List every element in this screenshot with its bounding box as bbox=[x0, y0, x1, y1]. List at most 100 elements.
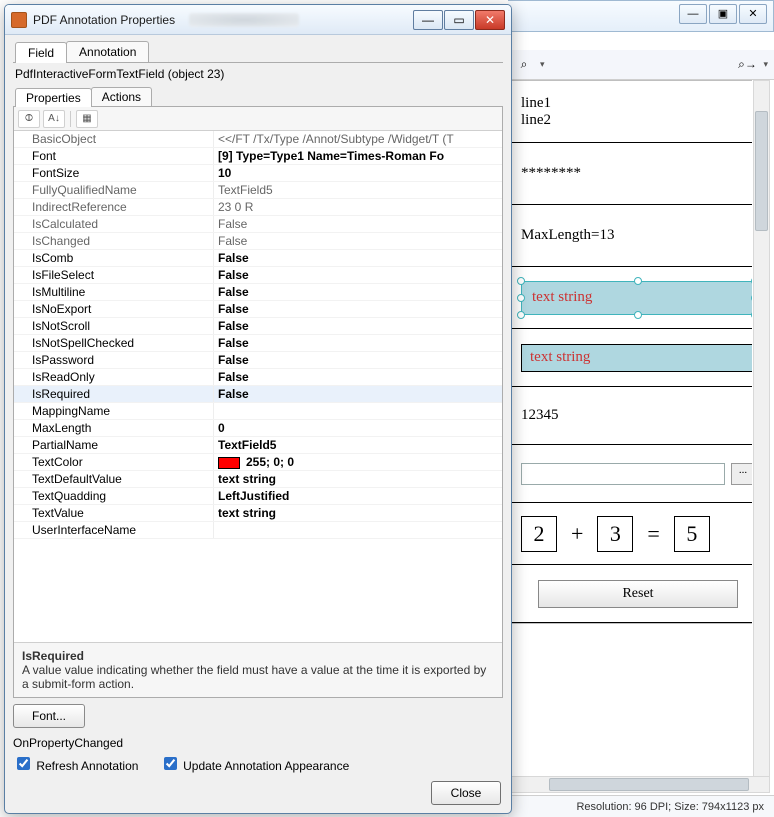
property-value[interactable] bbox=[214, 403, 502, 419]
bg-maximize-button[interactable]: ▣ bbox=[709, 4, 737, 24]
font-button[interactable]: Font... bbox=[13, 704, 85, 728]
resize-handle-icon[interactable] bbox=[517, 294, 525, 302]
property-row[interactable]: IndirectReference23 0 R bbox=[14, 199, 502, 216]
update-checkbox-label[interactable]: Update Annotation Appearance bbox=[160, 759, 349, 773]
dialog-titlebar[interactable]: PDF Annotation Properties — ▭ ✕ bbox=[5, 5, 511, 35]
property-row[interactable]: TextValuetext string bbox=[14, 505, 502, 522]
property-value[interactable]: False bbox=[214, 352, 502, 368]
dropdown-arrow-icon[interactable]: ▾ bbox=[763, 59, 768, 70]
propgrid-rows[interactable]: BasicObject<</FT /Tx/Type /Annot/Subtype… bbox=[14, 131, 502, 642]
property-value[interactable]: False bbox=[214, 233, 502, 249]
property-value[interactable]: False bbox=[214, 335, 502, 351]
calc-operand-a[interactable]: 2 bbox=[521, 516, 557, 552]
pdf-field-selected[interactable]: text string bbox=[521, 281, 752, 315]
property-value[interactable]: 255; 0; 0 bbox=[214, 454, 502, 470]
window-close-button[interactable]: ✕ bbox=[475, 10, 505, 30]
alphabetical-icon[interactable]: A↓ bbox=[43, 110, 65, 128]
property-row[interactable]: IsChangedFalse bbox=[14, 233, 502, 250]
pdf-viewport[interactable]: line1 line2 ******** MaxLength=13 text s… bbox=[508, 80, 752, 777]
property-key: UserInterfaceName bbox=[14, 522, 214, 538]
pdf-text-input[interactable] bbox=[521, 463, 725, 485]
tab-actions[interactable]: Actions bbox=[91, 87, 152, 106]
scrollbar-thumb[interactable] bbox=[549, 778, 749, 791]
property-value[interactable]: text string bbox=[214, 505, 502, 521]
update-appearance-checkbox[interactable] bbox=[164, 757, 177, 770]
property-pages-icon[interactable]: ▦ bbox=[76, 110, 98, 128]
property-row[interactable]: TextDefaultValuetext string bbox=[14, 471, 502, 488]
resize-handle-icon[interactable] bbox=[751, 294, 752, 302]
categorized-icon[interactable]: ⦷ bbox=[18, 110, 40, 128]
property-row[interactable]: IsNoExportFalse bbox=[14, 301, 502, 318]
bg-minimize-button[interactable]: — bbox=[679, 4, 707, 24]
resize-handle-icon[interactable] bbox=[517, 277, 525, 285]
property-row[interactable]: MaxLength0 bbox=[14, 420, 502, 437]
property-value[interactable]: False bbox=[214, 284, 502, 300]
tab-properties[interactable]: Properties bbox=[15, 88, 92, 107]
property-value[interactable]: TextField5 bbox=[214, 437, 502, 453]
property-value[interactable]: 23 0 R bbox=[214, 199, 502, 215]
pdf-row-plain-field: text string bbox=[509, 329, 752, 387]
pdf-browse-button[interactable]: ... bbox=[731, 463, 752, 485]
tab-annotation[interactable]: Annotation bbox=[66, 41, 149, 62]
resize-handle-icon[interactable] bbox=[517, 311, 525, 319]
property-row[interactable]: MappingName bbox=[14, 403, 502, 420]
property-value[interactable]: 0 bbox=[214, 420, 502, 436]
property-row[interactable]: BasicObject<</FT /Tx/Type /Annot/Subtype… bbox=[14, 131, 502, 148]
property-value[interactable] bbox=[214, 522, 502, 538]
property-row[interactable]: FullyQualifiedNameTextField5 bbox=[14, 182, 502, 199]
property-row[interactable]: PartialNameTextField5 bbox=[14, 437, 502, 454]
property-row[interactable]: UserInterfaceName bbox=[14, 522, 502, 539]
property-key: IsPassword bbox=[14, 352, 214, 368]
resize-handle-icon[interactable] bbox=[751, 311, 752, 319]
property-row[interactable]: IsRequiredFalse bbox=[14, 386, 502, 403]
property-row[interactable]: IsCombFalse bbox=[14, 250, 502, 267]
find-icon[interactable]: ⌕ bbox=[514, 55, 534, 75]
property-value[interactable]: 10 bbox=[214, 165, 502, 181]
pdf-reset-button[interactable]: Reset bbox=[538, 580, 738, 608]
maximize-button[interactable]: ▭ bbox=[444, 10, 474, 30]
events-section-label: OnPropertyChanged bbox=[13, 734, 503, 752]
property-row[interactable]: IsCalculatedFalse bbox=[14, 216, 502, 233]
property-value[interactable]: False bbox=[214, 250, 502, 266]
property-value[interactable]: False bbox=[214, 369, 502, 385]
property-row[interactable]: TextColor255; 0; 0 bbox=[14, 454, 502, 471]
refresh-checkbox-label[interactable]: Refresh Annotation bbox=[13, 759, 138, 773]
property-row[interactable]: IsNotSpellCheckedFalse bbox=[14, 335, 502, 352]
property-row[interactable]: IsPasswordFalse bbox=[14, 352, 502, 369]
property-value[interactable]: False bbox=[214, 267, 502, 283]
horizontal-scrollbar[interactable] bbox=[508, 776, 770, 793]
property-row[interactable]: TextQuaddingLeftJustified bbox=[14, 488, 502, 505]
property-value[interactable]: False bbox=[214, 216, 502, 232]
property-value[interactable]: False bbox=[214, 301, 502, 317]
vertical-scrollbar[interactable] bbox=[753, 80, 770, 777]
calc-operand-b[interactable]: 3 bbox=[597, 516, 633, 552]
property-value[interactable]: text string bbox=[214, 471, 502, 487]
close-button[interactable]: Close bbox=[431, 781, 501, 805]
property-row[interactable]: IsReadOnlyFalse bbox=[14, 369, 502, 386]
property-value[interactable]: <</FT /Tx/Type /Annot/Subtype /Widget/T … bbox=[214, 131, 502, 147]
property-row[interactable]: Font[9] Type=Type1 Name=Times-Roman Fo bbox=[14, 148, 502, 165]
tab-field[interactable]: Field bbox=[15, 42, 67, 63]
minimize-button[interactable]: — bbox=[413, 10, 443, 30]
resize-handle-icon[interactable] bbox=[751, 277, 752, 285]
dropdown-arrow-icon[interactable]: ▾ bbox=[540, 59, 545, 70]
pdf-field-plain[interactable]: text string bbox=[521, 344, 752, 372]
property-value[interactable]: False bbox=[214, 318, 502, 334]
property-value[interactable]: [9] Type=Type1 Name=Times-Roman Fo bbox=[214, 148, 502, 164]
resize-handle-icon[interactable] bbox=[634, 311, 642, 319]
refresh-annotation-checkbox[interactable] bbox=[17, 757, 30, 770]
property-row[interactable]: IsFileSelectFalse bbox=[14, 267, 502, 284]
bg-close-button[interactable]: ✕ bbox=[739, 4, 767, 24]
property-key: IsNoExport bbox=[14, 301, 214, 317]
properties-dialog: PDF Annotation Properties — ▭ ✕ Field An… bbox=[4, 4, 512, 814]
property-value[interactable]: LeftJustified bbox=[214, 488, 502, 504]
property-row[interactable]: IsNotScrollFalse bbox=[14, 318, 502, 335]
object-type-label: PdfInteractiveFormTextField (object 23) bbox=[13, 63, 503, 85]
property-row[interactable]: IsMultilineFalse bbox=[14, 284, 502, 301]
scrollbar-thumb[interactable] bbox=[755, 111, 768, 231]
find-next-icon[interactable]: ⌕→ bbox=[737, 55, 757, 75]
property-row[interactable]: FontSize10 bbox=[14, 165, 502, 182]
property-value[interactable]: TextField5 bbox=[214, 182, 502, 198]
resize-handle-icon[interactable] bbox=[634, 277, 642, 285]
property-value[interactable]: False bbox=[214, 386, 502, 402]
